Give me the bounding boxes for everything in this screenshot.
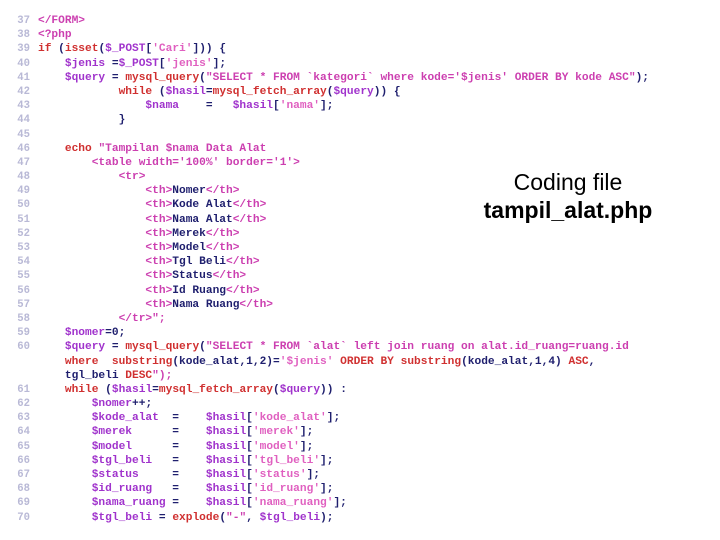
line-number: 43 [17, 100, 30, 113]
code-line: 55 <th>Status</th> [0, 269, 720, 283]
line-number: 64 [17, 426, 30, 439]
code-line: 62 $nomer++; [0, 397, 720, 411]
code-line: 66 $tgl_beli = $hasil['tgl_beli']; [0, 454, 720, 468]
caption-line-1: Coding file [513, 169, 623, 195]
line-number: 40 [17, 57, 30, 70]
code-line: 54 <th>Tgl Beli</th> [0, 255, 720, 269]
line-number: 62 [17, 398, 30, 411]
line-number: 48 [17, 171, 30, 184]
code-line: where substring(kode_alat,1,2)='$jenis' … [64, 355, 596, 368]
line-number: 59 [17, 327, 30, 340]
line-number: 58 [17, 312, 30, 325]
code-line: 56 <th>Id Ruang</th> [0, 284, 720, 298]
code-line: 46 echo "Tampilan $nama Data Alat [0, 142, 720, 156]
code-line: 69 $nama_ruang = $hasil['nama_ruang']; [0, 496, 720, 510]
code-line: 42 while ($hasil=mysql_fetch_array($quer… [0, 85, 720, 99]
line-number: 45 [17, 128, 30, 141]
line-number: 70 [17, 511, 30, 524]
line-number: 60 [17, 341, 30, 354]
code-line: 37 </FORM> [0, 14, 720, 28]
code-line: 59 $nomer=0; [0, 326, 720, 340]
line-number: 67 [17, 469, 30, 481]
caption-block: Coding file tampil_alat.php [423, 168, 713, 224]
code-line: tgl_beli DESC"); [38, 369, 173, 382]
code-line: 45 [0, 128, 720, 142]
code-line: 41 $query = mysql_query("SELECT * FROM `… [0, 71, 720, 85]
line-number: 46 [17, 142, 30, 155]
code-line: 53 <th>Model</th> [0, 241, 720, 255]
line-number: 55 [17, 270, 30, 283]
line-number: 39 [17, 43, 30, 56]
code-line: 61 while ($hasil=mysql_fetch_array($quer… [0, 383, 720, 397]
line-number: 61 [17, 383, 30, 396]
code-line: 40 $jenis =$_POST['jenis']; [0, 57, 720, 71]
code-line: 68 $id_ruang = $hasil['id_ruang']; [0, 482, 720, 496]
line-number: 44 [17, 114, 30, 127]
line-number: 56 [17, 284, 30, 297]
code-listing: 37 </FORM> 38 <?php 39 if (isset($_POST['Cari… [0, 14, 720, 525]
code-line: 38 <?php [0, 28, 720, 42]
line-number: 52 [17, 227, 30, 240]
line-number: 57 [17, 298, 30, 311]
line-number: 53 [17, 242, 30, 254]
line-number: 38 [17, 29, 30, 42]
code-line: 52 <th>Merek</th> [0, 227, 720, 241]
line-number: 37 [17, 15, 30, 27]
line-number: 66 [17, 454, 30, 467]
code-line: 70 $tgl_beli = explode("-", $tgl_beli); [0, 511, 720, 525]
code-line: 60 $query = mysql_query("SELECT * FROM `… [0, 340, 720, 354]
line-number: 47 [17, 156, 30, 169]
line-number: 51 [17, 213, 30, 226]
code-line: 44 } [0, 113, 720, 127]
code-line: 64 $merek = $hasil['merek']; [0, 425, 720, 439]
code-line: 43 $nama = $hasil['nama']; [0, 99, 720, 113]
code-line: 57 <th>Nama Ruang</th> [0, 298, 720, 312]
line-number: 54 [17, 256, 30, 269]
slide-canvas: 37 </FORM> 38 <?php 39 if (isset($_POST['Cari… [0, 0, 720, 540]
code-line: 58 </tr>"; [0, 312, 720, 326]
line-number: 65 [17, 440, 30, 453]
line-number: 41 [17, 71, 30, 84]
code-line: 67 $status = $hasil['status']; [0, 468, 720, 482]
code-line: 65 $model = $hasil['model']; [0, 440, 720, 454]
line-number: 63 [17, 412, 30, 425]
line-number: 50 [17, 199, 30, 212]
code-line: 63 $kode_alat = $hasil['kode_alat']; [0, 411, 720, 425]
line-number: 42 [17, 85, 30, 98]
code-line: 39 if (isset($_POST['Cari'])) { [0, 42, 720, 56]
line-number: 49 [17, 185, 30, 198]
line-number: 69 [17, 497, 30, 510]
line-number: 68 [17, 483, 30, 496]
caption-line-2: tampil_alat.php [483, 197, 653, 224]
